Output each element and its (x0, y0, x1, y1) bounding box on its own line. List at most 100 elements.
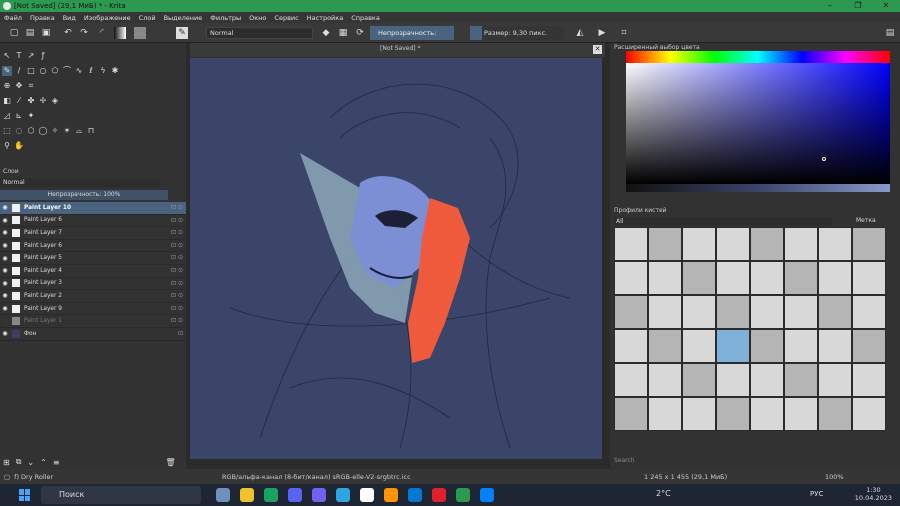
redo-icon[interactable]: ↷ (78, 27, 90, 39)
move-up-icon[interactable]: ⌃ (40, 458, 47, 467)
brush-preset-tile[interactable] (818, 227, 852, 261)
brush-preset-tile[interactable] (818, 363, 852, 397)
workspace-icon[interactable]: ▤ (884, 27, 896, 39)
discord-icon[interactable] (288, 488, 302, 502)
rectangle-tool-icon[interactable]: □ (26, 66, 36, 76)
canvas-scrollbar[interactable] (602, 58, 605, 459)
brush-preset-tile[interactable] (614, 397, 648, 431)
pattern-swatch[interactable] (134, 27, 146, 39)
gradient-tool-icon[interactable]: ◧ (2, 96, 12, 106)
color-selector[interactable] (626, 51, 890, 184)
zoom-level[interactable]: 100% (825, 473, 844, 481)
brush-preset-tile[interactable] (648, 329, 682, 363)
fill-tool-icon[interactable]: ◈ (50, 96, 60, 106)
saturation-value-square[interactable] (626, 63, 890, 184)
size-slider[interactable]: Размер: 9,30 пикс. (470, 26, 564, 40)
brush-preset-tile[interactable] (784, 261, 818, 295)
layer-lock-icon[interactable]: ⊡ ⊙ (171, 280, 183, 287)
undo-icon[interactable]: ↶ (62, 27, 74, 39)
bezier-select-icon[interactable]: ⌓ (74, 126, 84, 136)
assistant-tool-icon[interactable]: ◿ (2, 111, 12, 121)
brush-preset-tile[interactable] (716, 295, 750, 329)
brush-preset-tile[interactable] (614, 329, 648, 363)
eye-icon[interactable]: ◉ (0, 217, 10, 224)
polygon-select-icon[interactable]: ⬡ (26, 126, 36, 136)
color-picker-icon[interactable]: ⁄ (14, 96, 24, 106)
layer-lock-icon[interactable]: ⊡ ⊙ (171, 292, 183, 299)
maximize-button[interactable]: ❐ (844, 0, 872, 12)
krita-taskbar-icon[interactable] (456, 488, 470, 502)
menu-view[interactable]: Вид (63, 14, 76, 22)
layer-lock-icon[interactable]: ⊡ ⊙ (171, 305, 183, 312)
layer-properties-icon[interactable]: ≡ (53, 458, 60, 467)
blend-mode-select[interactable]: Normal (206, 27, 313, 39)
close-button[interactable]: ✕ (872, 0, 900, 12)
brush-preset-tile[interactable] (614, 363, 648, 397)
layer-lock-icon[interactable]: ⊡ ⊙ (171, 242, 183, 249)
menu-image[interactable]: Изображение (84, 14, 131, 22)
windows-start-icon[interactable] (19, 489, 31, 501)
layer-lock-icon[interactable]: ⊡ ⊙ (171, 229, 183, 236)
brush-filter-select[interactable]: All (614, 217, 832, 226)
colorize-mask-icon[interactable]: ✤ (26, 96, 36, 106)
brush-preset-icon[interactable]: ✎ (176, 27, 188, 39)
brush-preset-tile[interactable] (750, 397, 784, 431)
transform-tool-icon[interactable]: ⊕ (2, 81, 12, 91)
freehand-select-icon[interactable]: ◯ (38, 126, 48, 136)
brush-preset-tile[interactable] (852, 397, 886, 431)
opera-icon[interactable] (432, 488, 446, 502)
layer-row[interactable]: ◉ Paint Layer 7 ⊡ ⊙ (0, 227, 186, 240)
layer-row[interactable]: ◉ Paint Layer 5 ⊡ ⊙ (0, 252, 186, 265)
layer-lock-icon[interactable]: ⊡ ⊙ (171, 254, 183, 261)
task-view-icon[interactable] (216, 488, 230, 502)
language-indicator[interactable]: РУС (810, 490, 823, 498)
freehand-path-icon[interactable]: ℓ (86, 66, 96, 76)
brush-preset-tile[interactable] (716, 329, 750, 363)
open-file-icon[interactable]: ▤ (24, 27, 36, 39)
polyline-tool-icon[interactable]: ⌒ (62, 66, 72, 76)
alpha-lock-icon[interactable]: ▦ (337, 27, 349, 39)
store-icon[interactable] (360, 488, 374, 502)
app-icon[interactable] (384, 488, 398, 502)
brush-curve-icon[interactable]: ◜ (96, 27, 108, 39)
freehand-brush-icon[interactable]: ✎ (2, 66, 12, 76)
menu-help[interactable]: Справка (351, 14, 380, 22)
chrome-icon[interactable] (264, 488, 278, 502)
bezier-tool-icon[interactable]: ∿ (74, 66, 84, 76)
layer-row[interactable]: ◉ Paint Layer 3 ⊡ ⊙ (0, 278, 186, 291)
menu-layer[interactable]: Слой (139, 14, 156, 22)
add-layer-icon[interactable]: ⊞ (3, 458, 10, 467)
brush-preset-tile[interactable] (818, 295, 852, 329)
eye-icon[interactable]: ◉ (0, 292, 10, 299)
telegram-icon[interactable] (336, 488, 350, 502)
layer-row[interactable]: ◉ Paint Layer 6 ⊡ ⊙ (0, 240, 186, 253)
brush-preset-tile[interactable] (648, 295, 682, 329)
brush-preset-tile[interactable] (818, 397, 852, 431)
mail-icon[interactable] (408, 488, 422, 502)
brush-preset-tile[interactable] (682, 329, 716, 363)
drawing-canvas[interactable] (190, 58, 602, 459)
viber-icon[interactable] (312, 488, 326, 502)
layer-lock-icon[interactable]: ⊡ (178, 330, 183, 337)
eye-icon[interactable]: ◉ (0, 242, 10, 249)
layer-blend-mode-select[interactable]: Normal (0, 178, 160, 187)
menu-tools[interactable]: Сервис (274, 14, 298, 22)
brush-preset-tile[interactable] (682, 295, 716, 329)
measure-tool-icon[interactable]: ⊾ (14, 111, 24, 121)
brush-preset-tile[interactable] (784, 227, 818, 261)
brush-preset-tile[interactable] (818, 329, 852, 363)
brush-preset-tile[interactable] (614, 295, 648, 329)
brush-preset-tile[interactable] (614, 261, 648, 295)
menu-filters[interactable]: Фильтры (210, 14, 241, 22)
select-tool-icon[interactable]: ↖ (2, 51, 12, 61)
eye-icon[interactable]: ◉ (0, 229, 10, 236)
brush-preset-tile[interactable] (648, 227, 682, 261)
new-file-icon[interactable]: ▢ (8, 27, 20, 39)
magnetic-select-icon[interactable]: ⊓ (86, 126, 96, 136)
similar-select-icon[interactable]: ✶ (62, 126, 72, 136)
hue-bar[interactable] (626, 51, 890, 63)
layer-row[interactable]: ◌ Paint Layer 1 ⊡ ⊙ (0, 315, 186, 328)
brush-preset-tile[interactable] (750, 227, 784, 261)
brush-preset-tile[interactable] (750, 329, 784, 363)
layer-row[interactable]: ◉ Paint Layer 10 ⊡ ⊙ (0, 202, 186, 215)
